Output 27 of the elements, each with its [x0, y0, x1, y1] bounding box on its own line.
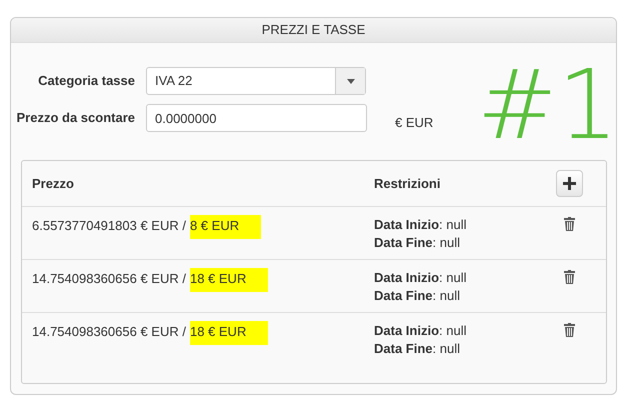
net-price: 14.754098360656 € EUR / — [32, 270, 186, 288]
plus-icon — [563, 177, 576, 190]
price-input[interactable]: 0.0000000 — [146, 104, 367, 132]
tax-category-dropdown[interactable]: IVA 22 — [146, 67, 366, 95]
gross-price: 8 € EUR — [190, 215, 262, 238]
trash-icon[interactable] — [564, 217, 575, 231]
field-label: Prezzo da scontare — [16, 109, 136, 128]
caret-icon — [346, 78, 354, 84]
column-header: Restrizioni — [373, 174, 442, 193]
restriction-text: Data Inizio: null — [374, 216, 468, 234]
restriction-text: Data Fine: null — [374, 234, 461, 252]
field-label: Categoria tasse — [37, 72, 136, 90]
currency-label: € EUR — [395, 114, 434, 129]
restriction-text: Data Fine: null — [374, 340, 461, 358]
column-header: Prezzo — [31, 174, 75, 193]
trash-icon[interactable] — [564, 323, 575, 337]
net-price: 6.5573770491803 € EUR / — [32, 217, 186, 235]
annotation-number: #1 — [477, 57, 616, 153]
panel-title: PREZZI E TASSE — [262, 21, 366, 40]
gross-price: 18 € EUR — [190, 321, 268, 344]
trash-icon[interactable] — [564, 270, 575, 284]
restriction-text: Data Inizio: null — [374, 322, 468, 340]
net-price: 14.754098360656 € EUR / — [32, 323, 186, 341]
restriction-text: Data Inizio: null — [374, 269, 468, 287]
add-button[interactable] — [556, 170, 583, 197]
restriction-text: Data Fine: null — [374, 287, 461, 305]
gross-price: 18 € EUR — [190, 268, 268, 292]
